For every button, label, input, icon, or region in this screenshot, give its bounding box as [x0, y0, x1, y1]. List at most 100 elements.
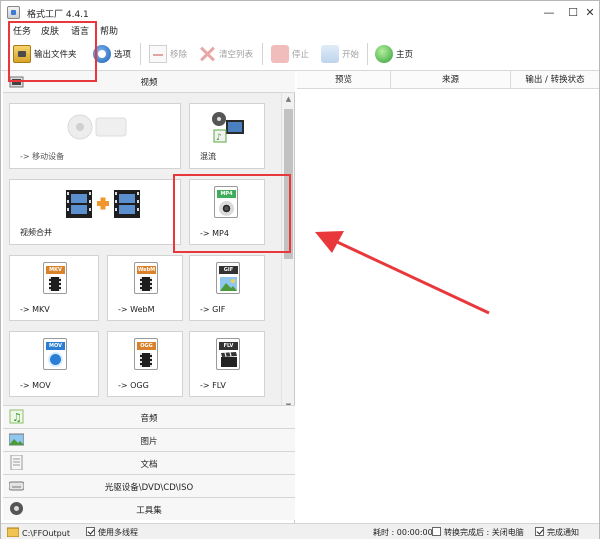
card-to-mkv-label: -> MKV — [20, 305, 50, 314]
mov-tag: MOV — [46, 342, 65, 350]
clapper-icon — [221, 352, 237, 367]
card-video-merge-label: 视频合并 — [20, 228, 52, 237]
card-to-flv-label: -> FLV — [200, 381, 226, 390]
webm-tag: WebM — [137, 266, 156, 274]
home-label: 主页 — [396, 50, 414, 60]
options-button[interactable]: 选项 — [93, 41, 131, 67]
card-to-flv[interactable]: FLV -> FLV — [189, 331, 265, 397]
remove-label: 移除 — [170, 50, 188, 60]
options-label: 选项 — [114, 50, 132, 60]
start-icon — [321, 45, 339, 63]
toolbar-separator — [262, 43, 263, 65]
category-panel: 视频 -> 移动设备 ♪ 混流 视频合并 MP4 -> MP4 MKV -> M… — [3, 71, 295, 523]
category-optical[interactable]: 光驱设备\DVD\CD\ISO — [3, 474, 295, 497]
card-to-mkv[interactable]: MKV -> MKV — [9, 255, 99, 321]
multithread-label: 使用多线程 — [98, 528, 138, 537]
card-to-gif[interactable]: GIF -> GIF — [189, 255, 265, 321]
category-optical-label: 光驱设备\DVD\CD\ISO — [104, 483, 194, 493]
card-mux[interactable]: ♪ 混流 — [189, 103, 265, 169]
category-audio[interactable]: ♫ 音频 — [3, 405, 295, 428]
category-picture-label: 图片 — [140, 437, 158, 447]
annotation-box-menu — [8, 21, 97, 82]
flv-tag: FLV — [219, 342, 238, 350]
after-done-checkbox[interactable]: 转换完成后 : 关闭电脑 — [432, 527, 524, 538]
category-audio-label: 音频 — [140, 414, 158, 424]
notify-checkbox[interactable]: 完成通知 — [535, 527, 579, 538]
elapsed-time: 耗时 : 00:00:00 — [373, 528, 433, 537]
status-bar: C:\FFOutput 使用多线程 耗时 : 00:00:00 转换完成后 : … — [1, 523, 599, 539]
mov-file-icon: MOV — [43, 338, 67, 370]
card-mobile-device[interactable]: -> 移动设备 — [9, 103, 181, 169]
mkv-file-icon: MKV — [43, 262, 67, 294]
stop-icon — [271, 45, 289, 63]
column-source[interactable]: 来源 — [391, 71, 511, 89]
film-icon — [140, 353, 152, 367]
clear-icon — [198, 45, 216, 63]
stop-label: 停止 — [292, 50, 310, 60]
app-logo-icon — [7, 6, 20, 19]
menu-help[interactable]: 帮助 — [100, 24, 118, 37]
card-mobile-device-label: -> 移动设备 — [20, 152, 65, 161]
after-done-check-icon — [432, 527, 441, 536]
category-document-label: 文档 — [140, 460, 158, 470]
flv-file-icon: FLV — [216, 338, 240, 370]
after-done-label: 转换完成后 : 关闭电脑 — [444, 528, 524, 537]
svg-text:♪: ♪ — [216, 133, 222, 143]
image-icon — [220, 277, 237, 291]
card-mux-label: 混流 — [200, 152, 216, 161]
webm-file-icon: WebM — [134, 262, 158, 294]
format-grid-scrollbar[interactable]: ▲ ▼ — [281, 93, 294, 413]
gif-tag: GIF — [219, 266, 238, 274]
clear-list-label: 清空列表 — [219, 50, 254, 60]
quicktime-icon — [48, 352, 63, 367]
card-to-ogg-label: -> OGG — [118, 381, 149, 390]
card-video-merge[interactable]: 视频合并 — [9, 179, 181, 245]
clear-list-button[interactable]: 清空列表 — [198, 41, 253, 67]
multithread-check-icon — [86, 527, 95, 536]
mux-icon: ♪ — [212, 112, 244, 143]
close-button[interactable]: ✕ — [579, 4, 600, 22]
category-toolbox-label: 工具集 — [136, 506, 162, 516]
gif-file-icon: GIF — [216, 262, 240, 294]
film-icon — [140, 277, 152, 291]
home-icon — [375, 45, 393, 63]
start-button[interactable]: 开始 — [321, 41, 359, 67]
toolbar-separator — [367, 43, 368, 65]
notify-label: 完成通知 — [547, 528, 579, 537]
stop-button[interactable]: 停止 — [271, 41, 309, 67]
multithread-checkbox[interactable]: 使用多线程 — [86, 527, 138, 538]
output-path-text: C:\FFOutput — [22, 529, 70, 538]
mkv-tag: MKV — [46, 266, 65, 274]
output-path[interactable]: C:\FFOutput — [6, 527, 70, 538]
card-to-webm[interactable]: WebM -> WebM — [107, 255, 183, 321]
mobile-device-icon — [67, 114, 127, 140]
card-to-mov-label: -> MOV — [20, 381, 51, 390]
category-picture[interactable]: 图片 — [3, 428, 295, 451]
column-preview[interactable]: 预览 — [297, 71, 391, 89]
ogg-file-icon: OGG — [134, 338, 158, 370]
app-window: 格式工厂 4.4.1 — ☐ ✕ 任务 皮肤 语言 帮助 输出文件夹 选项 移除… — [0, 0, 600, 539]
card-to-ogg[interactable]: OGG -> OGG — [107, 331, 183, 397]
notify-check-icon — [535, 527, 544, 536]
folder-icon — [6, 527, 20, 538]
window-title: 格式工厂 4.4.1 — [27, 10, 89, 20]
ogg-tag: OGG — [137, 342, 156, 350]
start-label: 开始 — [342, 50, 360, 60]
remove-button[interactable]: 移除 — [149, 41, 187, 67]
scroll-up-icon[interactable]: ▲ — [282, 93, 295, 106]
minimize-button[interactable]: — — [538, 4, 560, 22]
category-toolbox[interactable]: 工具集 — [3, 497, 295, 520]
column-output-status[interactable]: 输出 / 转换状态 — [511, 71, 599, 89]
task-list-panel: 预览 来源 输出 / 转换状态 — [297, 71, 599, 523]
video-format-grid: -> 移动设备 ♪ 混流 视频合并 MP4 -> MP4 MKV -> MKV … — [3, 93, 281, 413]
home-button[interactable]: 主页 — [375, 41, 413, 67]
card-to-mov[interactable]: MOV -> MOV — [9, 331, 99, 397]
card-to-gif-label: -> GIF — [200, 305, 226, 314]
film-icon — [49, 277, 61, 291]
remove-icon — [149, 45, 167, 63]
card-to-webm-label: -> WebM — [118, 305, 155, 314]
toolbar-separator — [140, 43, 141, 65]
annotation-box-mp4 — [173, 174, 291, 253]
video-merge-icon — [66, 190, 140, 218]
category-document[interactable]: 文档 — [3, 451, 295, 474]
